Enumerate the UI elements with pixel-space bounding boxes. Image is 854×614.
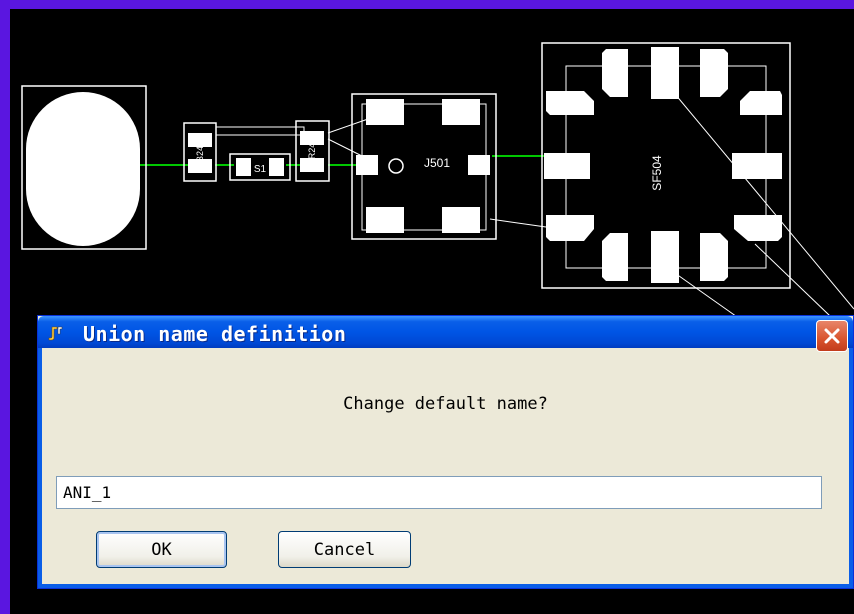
smd-pad[interactable]: [732, 153, 782, 179]
union-name-dialog[interactable]: Union name definition Change default nam…: [37, 315, 854, 589]
union-name-input[interactable]: [56, 476, 822, 509]
smd-pad[interactable]: [468, 155, 490, 175]
smd-pad[interactable]: [269, 158, 284, 176]
label-small-c: R24: [307, 143, 317, 160]
smd-pad[interactable]: [740, 91, 782, 115]
smd-pad[interactable]: [546, 215, 594, 241]
dialog-frame-left: [38, 348, 42, 588]
dialog-prompt: Change default name?: [343, 394, 548, 414]
label-sf504: SF504: [650, 155, 664, 191]
smd-pad[interactable]: [442, 207, 480, 233]
smd-pad[interactable]: [651, 47, 679, 99]
dialog-titlebar[interactable]: Union name definition: [38, 316, 853, 352]
smd-pad[interactable]: [700, 49, 728, 97]
smd-pad[interactable]: [544, 153, 590, 179]
smd-pad[interactable]: [188, 133, 212, 147]
keepout-outline: [215, 126, 305, 136]
dialog-title: Union name definition: [83, 322, 347, 346]
app-icon: [47, 324, 65, 342]
label-small-a: B24: [195, 146, 205, 162]
close-button[interactable]: [816, 320, 848, 352]
pin1-marker: [388, 158, 404, 174]
cancel-button[interactable]: Cancel: [278, 531, 411, 568]
smd-pad[interactable]: [734, 215, 782, 241]
smd-pad[interactable]: [236, 158, 251, 176]
smd-pad[interactable]: [700, 233, 728, 281]
dialog-frame-bottom: [38, 584, 853, 588]
smd-pad[interactable]: [602, 233, 628, 281]
label-j501: J501: [424, 156, 450, 170]
oval-pad[interactable]: [26, 92, 140, 246]
dialog-frame-right: [849, 348, 853, 588]
smd-pad[interactable]: [366, 99, 404, 125]
label-small-b: S1: [254, 164, 267, 175]
smd-pad[interactable]: [602, 49, 628, 97]
smd-pad[interactable]: [366, 207, 404, 233]
smd-pad[interactable]: [356, 155, 378, 175]
smd-pad[interactable]: [442, 99, 480, 125]
close-icon: [824, 328, 840, 344]
smd-pad[interactable]: [651, 231, 679, 283]
smd-pad[interactable]: [546, 91, 594, 115]
ok-button[interactable]: OK: [96, 531, 227, 568]
